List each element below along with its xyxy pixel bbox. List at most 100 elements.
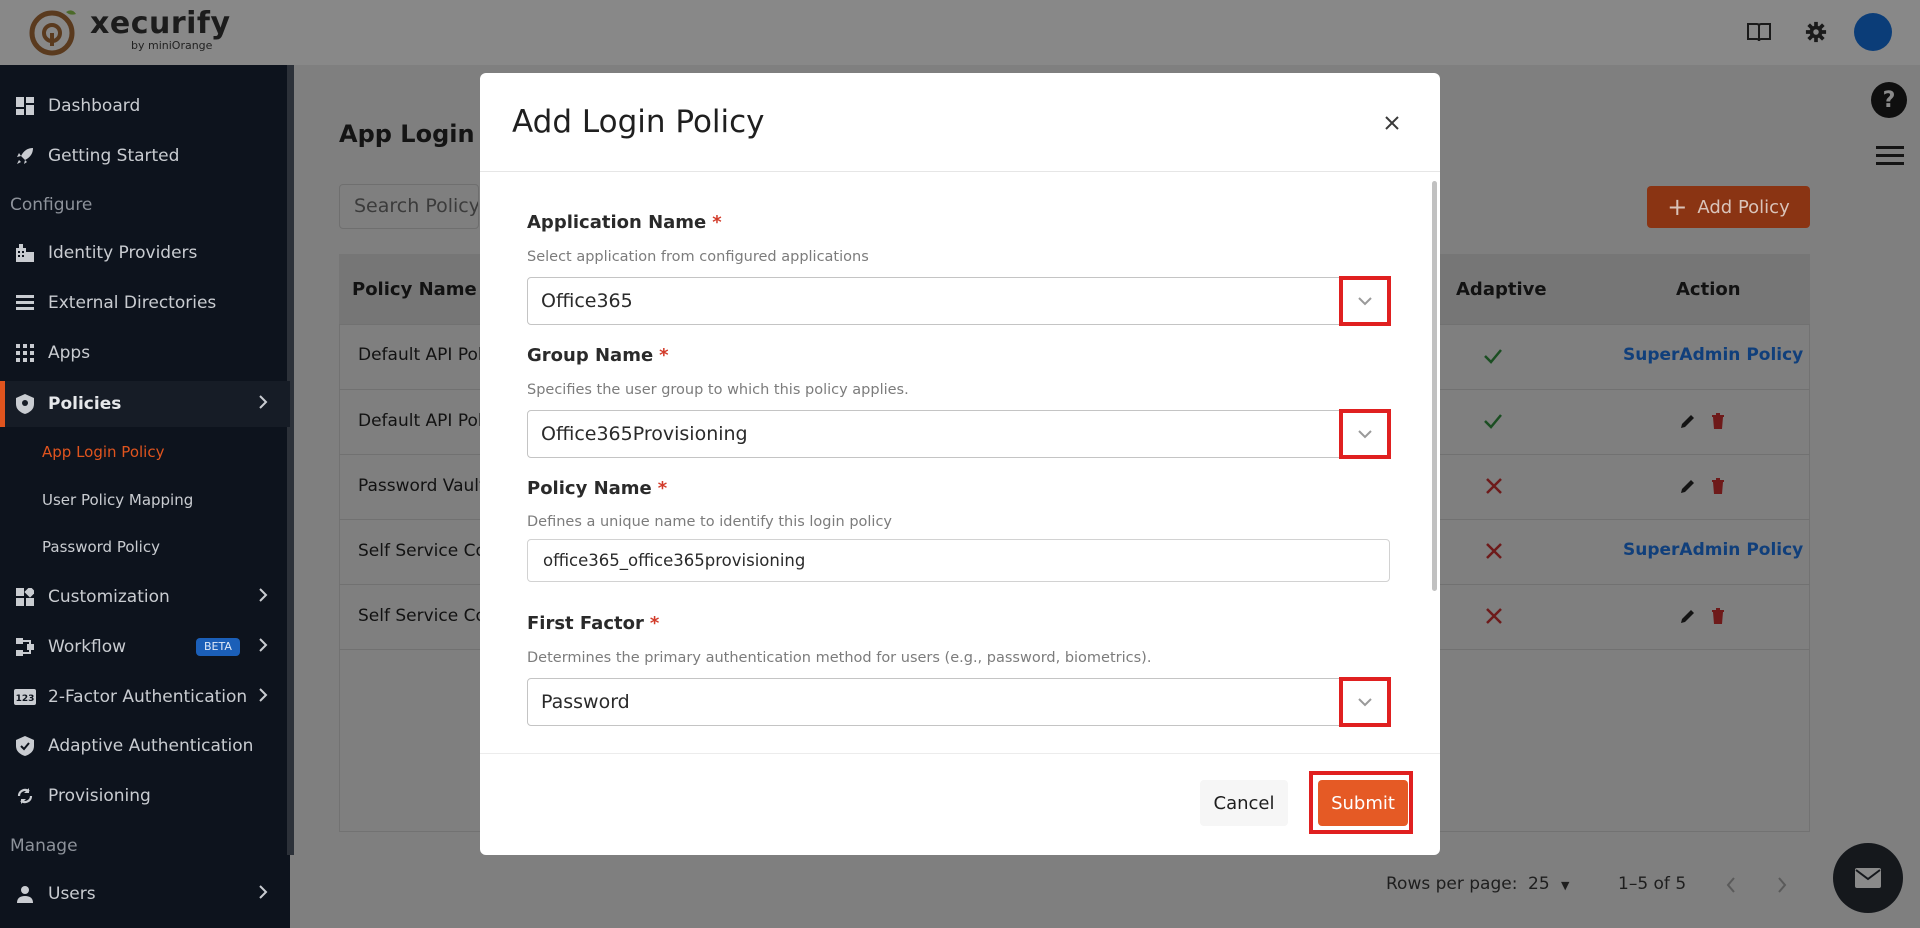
superadmin-policy-link[interactable]: SuperAdmin Policy [1623,345,1803,365]
brand-subtitle: by miniOrange [131,39,213,52]
widgets-icon [14,586,36,608]
superadmin-policy-link[interactable]: SuperAdmin Policy [1623,540,1803,560]
cross-icon [1486,478,1502,494]
svg-text:123: 123 [16,694,35,704]
hamburger-menu-icon[interactable] [1876,146,1904,166]
help-icon[interactable]: ? [1871,82,1907,118]
chevron-down-icon [1358,297,1372,306]
sidebar-item-workflow[interactable]: Workflow BETA [0,624,290,670]
sidebar-item-apps[interactable]: Apps [0,330,290,376]
edit-icon[interactable] [1678,411,1698,431]
chevron-left-icon[interactable] [1724,876,1738,894]
sidebar-item-customization[interactable]: Customization [0,574,290,620]
sidebar-item-label: Adaptive Authentication [48,736,254,756]
delete-icon[interactable] [1708,606,1728,626]
apps-grid-icon [14,342,36,364]
group-name-select[interactable]: Office365Provisioning [527,409,1391,459]
sidebar-subitem-user-policy-mapping[interactable]: User Policy Mapping [42,491,193,509]
search-input[interactable]: Search Policy [339,184,479,229]
field-label-text: Policy Name [527,478,652,499]
table-cell-policy-name: Password Vault [358,476,486,496]
submit-button[interactable]: Submit [1318,780,1408,826]
rows-per-page-label: Rows per page: [1386,874,1518,894]
policy-name-label: Policy Name * [527,478,667,499]
sidebar-item-2fa[interactable]: 123 2-Factor Authentication [0,674,290,720]
close-icon[interactable] [1380,111,1404,135]
chevron-right-icon [259,395,268,409]
application-name-value: Office365 [541,290,633,312]
first-factor-label: First Factor * [527,613,659,634]
chevron-right-icon[interactable] [1775,876,1789,894]
brand-name: xecurify [90,6,231,41]
delete-icon[interactable] [1708,476,1728,496]
required-asterisk: * [712,212,722,233]
sidebar-item-label: External Directories [48,293,217,313]
first-factor-dropdown-toggle[interactable] [1339,677,1391,727]
sidebar-item-external-directories[interactable]: External Directories [0,280,290,326]
dialog-scrollbar[interactable] [1432,181,1437,591]
sync-icon [14,785,36,807]
chevron-right-icon [259,885,268,899]
dialog-footer [480,753,1440,855]
section-configure: Configure [10,195,93,215]
top-bar: xecurify by miniOrange [0,0,1920,65]
table-cell-policy-name: Default API Poli [358,411,488,431]
sidebar-item-label: Provisioning [48,786,151,806]
plus-icon: + [1667,193,1688,221]
shield-check-icon [14,735,36,757]
column-policy-name: Policy Name [352,279,477,300]
sidebar-item-provisioning[interactable]: Provisioning [0,773,290,819]
field-label-text: Application Name [527,212,707,233]
required-asterisk: * [659,345,669,366]
building-icon [14,242,36,264]
sidebar-item-adaptive-authentication[interactable]: Adaptive Authentication [0,723,290,769]
sidebar-subitem-app-login-policy[interactable]: App Login Policy [42,443,164,461]
application-dropdown-toggle[interactable] [1339,276,1391,326]
workflow-icon [14,636,36,658]
policy-shield-icon [14,393,36,415]
list-icon [14,292,36,314]
mail-button[interactable] [1833,843,1903,913]
sidebar-item-label: Getting Started [48,146,180,166]
sidebar-item-identity-providers[interactable]: Identity Providers [0,230,290,276]
required-asterisk: * [649,613,660,634]
group-name-value: Office365Provisioning [541,423,748,445]
chevron-right-icon [259,588,268,602]
sidebar-item-label: Users [48,884,96,904]
rocket-icon [14,145,36,167]
xecurify-logo-icon [29,10,76,56]
sidebar-item-getting-started[interactable]: Getting Started [0,133,290,179]
application-name-select[interactable]: Office365 [527,276,1391,326]
add-policy-button[interactable]: + Add Policy [1647,186,1810,228]
chevron-right-icon [259,638,268,652]
sidebar-item-policies[interactable]: Policies [0,381,290,427]
check-icon [1484,414,1502,429]
123-icon: 123 [14,686,36,708]
chevron-right-icon [259,688,268,702]
column-action: Action [1676,279,1741,300]
rows-per-page-select[interactable]: 25 ▼ [1528,874,1570,894]
table-cell-policy-name: Self Service Co [358,606,486,626]
avatar[interactable] [1854,13,1892,51]
beta-badge: BETA [196,638,240,656]
edit-icon[interactable] [1678,476,1698,496]
sidebar-subitem-password-policy[interactable]: Password Policy [42,538,160,556]
policy-name-input[interactable] [527,539,1390,582]
dialog-header: Add Login Policy [480,73,1440,172]
sidebar-item-label: Identity Providers [48,243,198,263]
gear-icon[interactable] [1803,19,1829,45]
first-factor-select[interactable]: Password [527,677,1391,727]
group-dropdown-toggle[interactable] [1339,409,1391,459]
group-name-help: Specifies the user group to which this p… [527,382,909,398]
page-title: App Login P [339,120,501,148]
sidebar-item-users[interactable]: Users [0,871,290,917]
sidebar-item-label: Workflow [48,637,127,657]
pagination-range: 1–5 of 5 [1618,874,1687,894]
sidebar-item-dashboard[interactable]: Dashboard [0,83,290,129]
policy-name-help: Defines a unique name to identify this l… [527,514,892,530]
book-icon[interactable] [1746,19,1772,45]
delete-icon[interactable] [1708,411,1728,431]
edit-icon[interactable] [1678,606,1698,626]
cancel-button[interactable]: Cancel [1200,780,1288,826]
table-cell-policy-name: Self Service Co [358,541,486,561]
